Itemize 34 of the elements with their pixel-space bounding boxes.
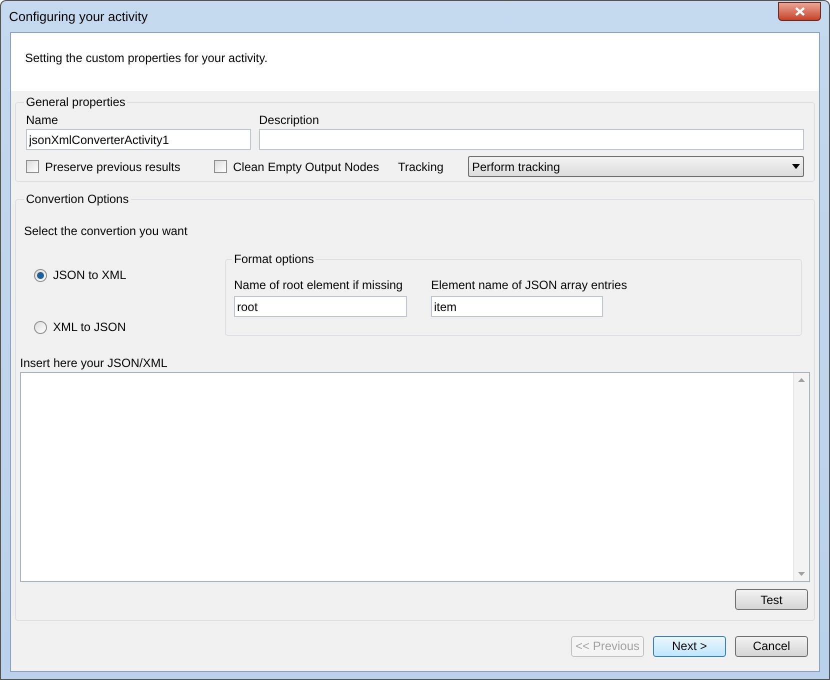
- checkbox-label: Preserve previous results: [45, 158, 180, 176]
- checkbox[interactable]: [26, 160, 39, 173]
- dropdown-arrow-icon: [792, 164, 800, 169]
- checkbox-label: Clean Empty Output Nodes: [233, 158, 380, 176]
- checkbox[interactable]: [214, 160, 227, 173]
- input-label: Insert here your JSON/XML: [20, 355, 168, 372]
- tracking-label: Tracking: [398, 158, 445, 176]
- scroll-up-icon: [798, 378, 805, 382]
- next-button[interactable]: Next >: [653, 636, 726, 656]
- radio-label: XML to JSON: [53, 319, 126, 336]
- group-title: Convertion Options: [25, 191, 130, 208]
- test-button[interactable]: Test: [735, 589, 808, 610]
- close-icon: [794, 7, 804, 16]
- prompt-text: Select the convertion you want: [24, 223, 188, 240]
- field-label: Name of root element if missing: [234, 277, 404, 294]
- radio-button[interactable]: [34, 320, 47, 334]
- radio-label: JSON to XML: [53, 267, 126, 284]
- window-title: Configuring your activity: [9, 8, 148, 26]
- field-label: Description: [259, 112, 320, 129]
- scrollbar[interactable]: [793, 373, 809, 581]
- tracking-dropdown[interactable]: Perform tracking: [468, 156, 804, 177]
- scroll-down-icon: [798, 572, 805, 576]
- text-field[interactable]: item: [431, 296, 603, 317]
- group-title: Format options: [233, 251, 316, 268]
- header-text: Setting the custom properties for your activity.: [25, 50, 268, 67]
- group-title: General properties: [25, 94, 126, 111]
- text-field[interactable]: root: [234, 296, 407, 317]
- radio-button[interactable]: [34, 268, 47, 282]
- name-field[interactable]: jsonXmlConverterActivity1: [26, 129, 251, 150]
- close-button[interactable]: [778, 2, 821, 21]
- field-label: Name: [26, 112, 60, 129]
- field-label: Element name of JSON array entries: [431, 277, 628, 294]
- cancel-button[interactable]: Cancel: [735, 636, 808, 656]
- description-field[interactable]: [259, 129, 804, 150]
